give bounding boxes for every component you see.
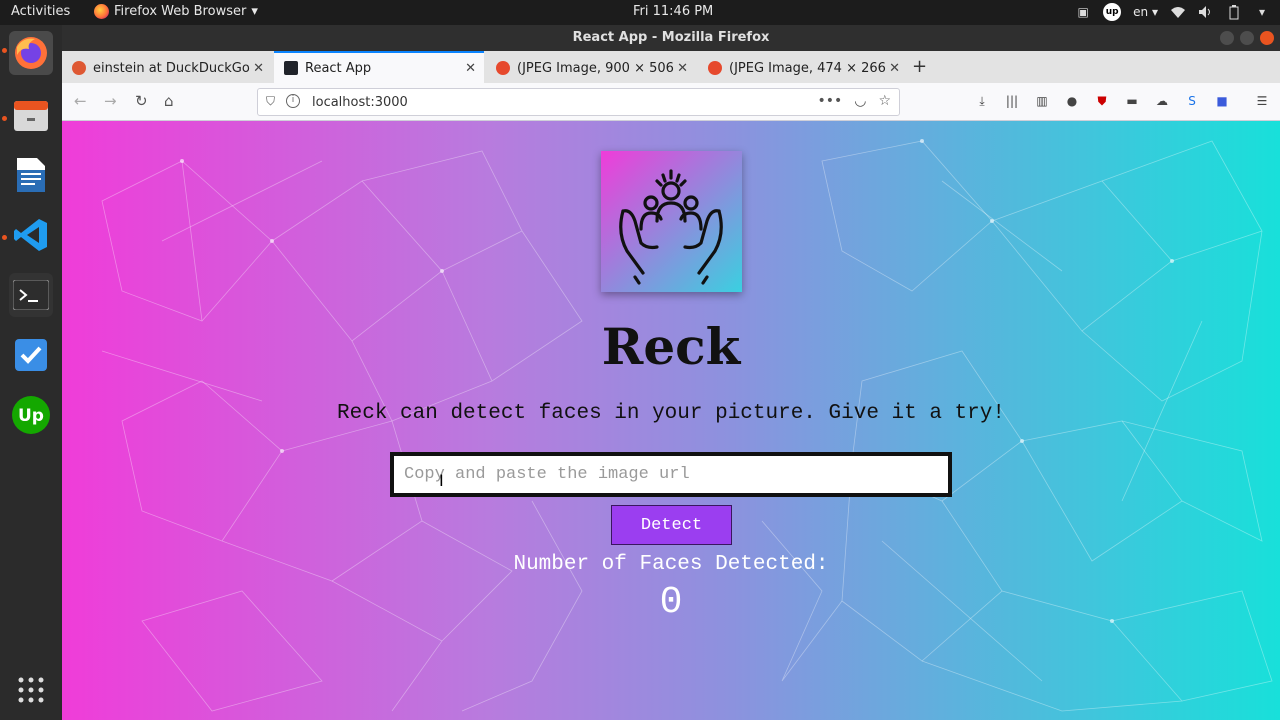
sidebar-icon[interactable]: ▥ [1034,93,1050,109]
extension-icon[interactable]: ▬ [1124,93,1140,109]
upwork-icon[interactable]: Up [9,393,53,437]
tab-label: einstein at DuckDuckGo [93,60,250,76]
page-actions-icon[interactable]: ••• [817,93,842,109]
app-grid-icon[interactable] [9,668,53,712]
firefox-icon[interactable] [9,31,53,75]
faces-detected-label: Number of Faces Detected: [513,553,829,576]
gnome-top-bar: Activities Firefox Web Browser ▾ Fri 11:… [0,0,1280,25]
bookmark-star-icon[interactable]: ☆ [878,93,891,109]
reload-button[interactable]: ↻ [135,92,148,110]
toolbar-icons: ⤓ ||| ▥ ● ⛊ ▬ ☁ S ■ ☰ [974,93,1270,109]
terminal-icon[interactable] [9,273,53,317]
new-tab-button[interactable]: + [912,56,927,77]
close-tab-icon[interactable]: ✕ [889,61,900,76]
extension-cloud-icon[interactable]: ☁ [1154,93,1170,109]
upwork-icon[interactable]: up [1103,3,1122,21]
camera-icon[interactable]: ▣ [1075,4,1091,20]
home-button[interactable]: ⌂ [164,92,174,110]
chevron-down-icon: ▾ [251,4,258,19]
site-info-icon[interactable]: i [286,94,300,108]
download-icon[interactable]: ⤓ [974,93,990,109]
tab-jpeg-image-2[interactable]: (JPEG Image, 474 × 266 p ✕ [698,53,908,83]
url-actions: ••• ◡ ☆ [817,93,891,109]
wifi-icon[interactable] [1170,4,1186,20]
minimize-button[interactable] [1220,31,1234,45]
image-favicon-icon [708,61,722,75]
react-app-page: Reck Reck can detect faces in your pictu… [62,121,1280,720]
tab-label: React App [305,60,372,76]
app-menu-label: Firefox Web Browser [114,4,247,19]
tab-label: (JPEG Image, 474 × 266 p [729,60,887,76]
hands-holding-people-icon [619,169,723,285]
activities-button[interactable]: Activities [11,4,70,19]
tab-react-app[interactable]: React App ✕ [274,51,484,83]
navigation-bar: ← → ↻ ⌂ ⛉ i localhost:3000 ••• ◡ ☆ ⤓ |||… [62,83,1280,121]
faces-detected-count: 0 [659,581,683,624]
react-favicon-icon [284,61,298,75]
running-indicator [2,48,7,53]
running-indicator [2,116,7,121]
lang-label: en [1133,5,1149,19]
app-menu[interactable]: Firefox Web Browser ▾ [94,4,258,19]
close-tab-icon[interactable]: ✕ [677,61,688,76]
tab-duckduckgo[interactable]: einstein at DuckDuckGo ✕ [62,53,272,83]
files-icon[interactable] [9,93,53,137]
url-text: localhost:3000 [312,95,408,110]
tab-label: (JPEG Image, 900 × 506 p [517,60,675,76]
window-controls [1220,31,1274,45]
image-url-input-frame [390,452,952,497]
power-menu-icon[interactable]: ▾ [1254,4,1270,20]
close-tab-icon[interactable]: ✕ [253,61,264,76]
tab-jpeg-image-1[interactable]: (JPEG Image, 900 × 506 p ✕ [486,53,696,83]
pocket-icon[interactable]: ◡ [854,93,866,109]
system-tray: ▣ up en ▾ ▾ [1075,3,1270,21]
hamburger-menu-icon[interactable]: ☰ [1254,93,1270,109]
battery-icon[interactable] [1226,4,1242,20]
extension-zoom-icon[interactable]: ■ [1214,93,1230,109]
library-icon[interactable]: ||| [1004,93,1020,109]
svg-text:Up: Up [18,406,44,426]
app-tagline: Reck can detect faces in your picture. G… [337,402,1005,425]
todo-icon[interactable] [9,333,53,377]
back-button[interactable]: ← [74,92,87,110]
app-logo [601,151,742,292]
clock[interactable]: Fri 11:46 PM [633,4,713,19]
close-tab-icon[interactable]: ✕ [465,61,476,76]
forward-button[interactable]: → [104,92,117,110]
account-icon[interactable]: ● [1064,93,1080,109]
firefox-mini-icon [94,4,109,19]
image-favicon-icon [496,61,510,75]
url-bar[interactable]: ⛉ i localhost:3000 ••• ◡ ☆ [257,88,900,116]
maximize-button[interactable] [1240,31,1254,45]
ubuntu-dock: Up [0,25,62,720]
vscode-icon[interactable] [9,213,53,257]
lang-selector[interactable]: en ▾ [1133,5,1158,19]
text-cursor-icon: I [439,471,444,490]
app-title: Reck [601,317,741,376]
running-indicator [2,235,7,240]
detect-button[interactable]: Detect [611,505,732,545]
ublock-icon[interactable]: ⛊ [1094,93,1110,109]
window-title: React App - Mozilla Firefox [572,30,770,45]
window-titlebar: React App - Mozilla Firefox [62,25,1280,51]
duckduckgo-favicon-icon [72,61,86,75]
close-window-button[interactable] [1260,31,1274,45]
volume-icon[interactable] [1198,4,1214,20]
tracking-shield-icon[interactable]: ⛉ [266,94,275,109]
tab-strip: einstein at DuckDuckGo ✕ React App ✕ (JP… [62,51,1280,83]
writer-icon[interactable] [9,153,53,197]
image-url-input[interactable] [394,456,948,493]
extension-s-icon[interactable]: S [1184,93,1200,109]
